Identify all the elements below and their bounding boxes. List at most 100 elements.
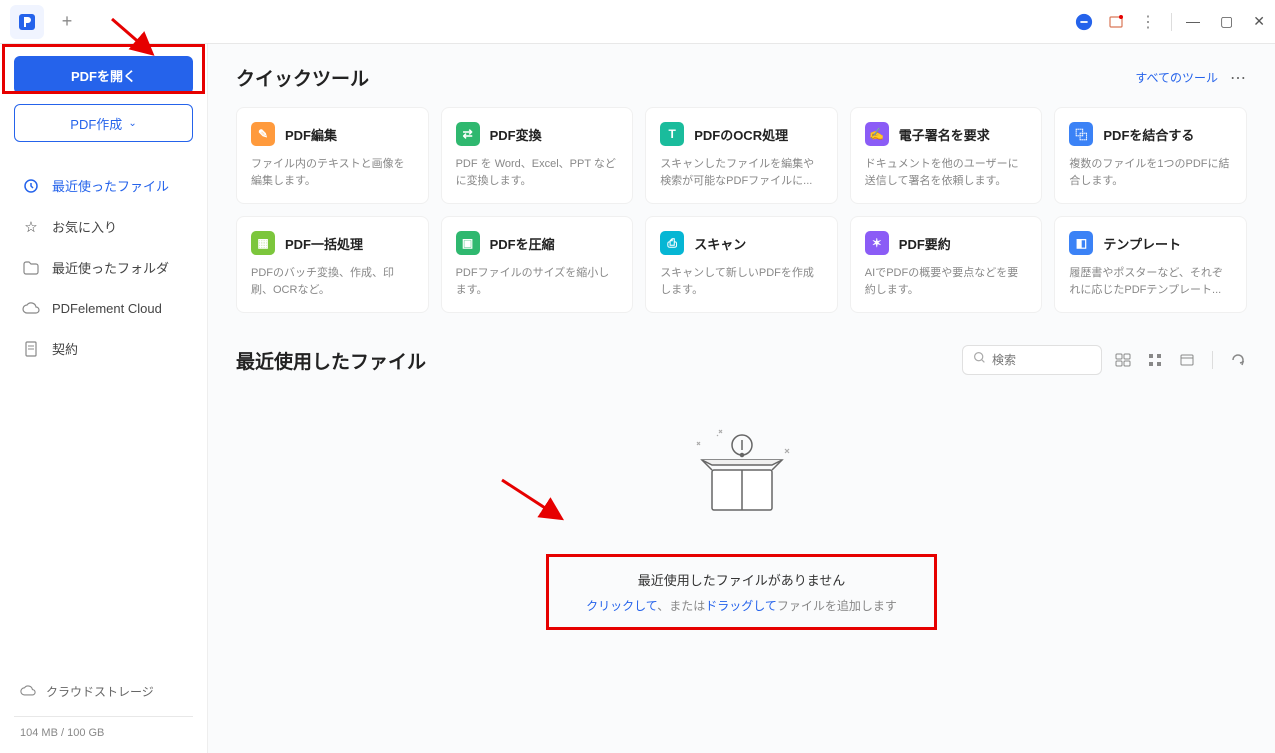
sidebar-item-recent-files[interactable]: 最近使ったファイル bbox=[14, 166, 193, 205]
cloud-storage-label: クラウドストレージ bbox=[46, 683, 154, 700]
tool-icon: ✶ bbox=[865, 231, 889, 255]
tool-card[interactable]: ✶ PDF要約 AIでPDFの概要や要点などを要約します。 bbox=[850, 216, 1043, 313]
sidebar-item-favorites[interactable]: ☆ お気に入り bbox=[14, 207, 193, 246]
tool-title: PDF要約 bbox=[899, 234, 951, 253]
sidebar-item-contract[interactable]: 契約 bbox=[14, 329, 193, 368]
sidebar: PDFを開く PDF作成 ⌄ 最近使ったファイル ☆ お気に入り 最近使ったフォ… bbox=[0, 44, 208, 753]
sidebar-item-label: 最近使ったファイル bbox=[52, 176, 169, 195]
empty-box-illustration bbox=[677, 415, 807, 530]
plus-icon: + bbox=[62, 11, 73, 32]
tool-card[interactable]: ✍ 電子署名を要求 ドキュメントを他のユーザーに送信して署名を依頼します。 bbox=[850, 107, 1043, 204]
minimize-button[interactable]: — bbox=[1186, 13, 1200, 30]
tool-card[interactable]: T PDFのOCR処理 スキャンしたファイルを編集や検索が可能なPDFファイルに… bbox=[645, 107, 838, 204]
tool-card[interactable]: ⇄ PDF変換 PDF を Word、Excel、PPT などに変換します。 bbox=[441, 107, 634, 204]
tool-title: 電子署名を要求 bbox=[899, 125, 990, 144]
tool-title: PDF一括処理 bbox=[285, 234, 363, 253]
separator bbox=[1212, 351, 1213, 369]
tool-title: スキャン bbox=[694, 234, 746, 253]
cloud-storage-row[interactable]: クラウドストレージ bbox=[14, 675, 193, 708]
tool-title: PDF変換 bbox=[490, 125, 542, 144]
tool-desc: AIでPDFの概要や要点などを要約します。 bbox=[865, 265, 1028, 298]
tool-icon: ⎙ bbox=[660, 231, 684, 255]
tool-card[interactable]: ▣ PDFを圧縮 PDFファイルのサイズを縮小します。 bbox=[441, 216, 634, 313]
search-icon bbox=[973, 351, 986, 369]
tool-card[interactable]: ▦ PDF一括処理 PDFのバッチ変換、作成、印刷、OCRなど。 bbox=[236, 216, 429, 313]
storage-text: 104 MB / 100 GB bbox=[14, 727, 193, 739]
more-icon[interactable]: ⋯ bbox=[1230, 68, 1247, 88]
close-button[interactable]: ✕ bbox=[1253, 13, 1265, 30]
view-window-icon[interactable] bbox=[1178, 351, 1196, 369]
maximize-button[interactable]: ▢ bbox=[1220, 13, 1233, 30]
tool-desc: PDFファイルのサイズを縮小します。 bbox=[456, 265, 619, 298]
tool-icon: ▣ bbox=[456, 231, 480, 255]
tool-desc: ドキュメントを他のユーザーに送信して署名を依頼します。 bbox=[865, 156, 1028, 189]
sidebar-item-label: 最近使ったフォルダ bbox=[52, 258, 169, 277]
tool-desc: PDF を Word、Excel、PPT などに変換します。 bbox=[456, 156, 619, 189]
folder-icon bbox=[22, 259, 40, 277]
menu-icon[interactable]: ⋮ bbox=[1139, 13, 1157, 31]
account-icon[interactable] bbox=[1075, 13, 1093, 31]
tool-card[interactable]: ◧ テンプレート 履歴書やポスターなど、それぞれに応じたPDFテンプレート... bbox=[1054, 216, 1247, 313]
empty-mid-text: 、または bbox=[657, 599, 705, 613]
open-pdf-button[interactable]: PDFを開く bbox=[14, 56, 193, 94]
search-box[interactable] bbox=[962, 345, 1102, 375]
tool-desc: ファイル内のテキストと画像を編集します。 bbox=[251, 156, 414, 189]
quick-tools-title: クイックツール bbox=[236, 64, 369, 91]
content-area: クイックツール すべてのツール ⋯ ✎ PDF編集 ファイル内のテキストと画像を… bbox=[208, 44, 1275, 753]
tool-card[interactable]: ⎙ スキャン スキャンして新しいPDFを作成します。 bbox=[645, 216, 838, 313]
recent-files-title: 最近使用したファイル bbox=[236, 347, 426, 374]
tools-grid: ✎ PDF編集 ファイル内のテキストと画像を編集します。 ⇄ PDF変換 PDF… bbox=[236, 107, 1247, 313]
empty-title: 最近使用したファイルがありません bbox=[586, 570, 897, 589]
create-pdf-button[interactable]: PDF作成 ⌄ bbox=[14, 104, 193, 142]
sidebar-item-label: PDFelement Cloud bbox=[52, 301, 162, 316]
annotation-highlight-empty-text bbox=[546, 554, 937, 630]
titlebar: + ⋮ — ▢ ✕ bbox=[0, 0, 1275, 44]
tool-title: PDFを圧縮 bbox=[490, 234, 555, 253]
tool-card[interactable]: ✎ PDF編集 ファイル内のテキストと画像を編集します。 bbox=[236, 107, 429, 204]
sidebar-divider bbox=[14, 716, 193, 717]
tool-desc: スキャンしたファイルを編集や検索が可能なPDFファイルに... bbox=[660, 156, 823, 189]
all-tools-link[interactable]: すべてのツール bbox=[1135, 69, 1218, 86]
tool-icon: ⇄ bbox=[456, 122, 480, 146]
cloud-storage-icon bbox=[20, 685, 36, 699]
tool-icon: T bbox=[660, 122, 684, 146]
app-logo-icon bbox=[17, 12, 37, 32]
tool-desc: PDFのバッチ変換、作成、印刷、OCRなど。 bbox=[251, 265, 414, 298]
tool-card[interactable]: ⿻ PDFを結合する 複数のファイルを1つのPDFに結合します。 bbox=[1054, 107, 1247, 204]
drag-link[interactable]: ドラッグして bbox=[705, 599, 777, 613]
create-pdf-label: PDF作成 bbox=[70, 114, 122, 133]
document-icon bbox=[22, 340, 40, 358]
empty-state: 最近使用したファイルがありません クリックして、またはドラッグしてファイルを追加… bbox=[236, 405, 1247, 630]
sidebar-item-cloud[interactable]: PDFelement Cloud bbox=[14, 289, 193, 327]
tool-title: テンプレート bbox=[1103, 234, 1181, 253]
chevron-down-icon: ⌄ bbox=[128, 118, 136, 129]
tool-desc: スキャンして新しいPDFを作成します。 bbox=[660, 265, 823, 298]
refresh-icon[interactable] bbox=[1229, 351, 1247, 369]
search-input[interactable] bbox=[992, 353, 1091, 367]
tool-title: PDF編集 bbox=[285, 125, 337, 144]
clock-icon bbox=[22, 177, 40, 195]
sidebar-item-recent-folders[interactable]: 最近使ったフォルダ bbox=[14, 248, 193, 287]
empty-tail-text: ファイルを追加します bbox=[777, 599, 897, 613]
tool-icon: ✍ bbox=[865, 122, 889, 146]
tab-home[interactable] bbox=[10, 5, 44, 39]
cloud-icon bbox=[22, 299, 40, 317]
tab-new[interactable]: + bbox=[50, 5, 84, 39]
view-grid-icon[interactable] bbox=[1146, 351, 1164, 369]
annotation-arrow-2 bbox=[497, 475, 572, 530]
tool-desc: 複数のファイルを1つのPDFに結合します。 bbox=[1069, 156, 1232, 189]
tool-desc: 履歴書やポスターなど、それぞれに応じたPDFテンプレート... bbox=[1069, 265, 1232, 298]
sidebar-item-label: お気に入り bbox=[52, 217, 117, 236]
tool-icon: ▦ bbox=[251, 231, 275, 255]
sidebar-item-label: 契約 bbox=[52, 339, 78, 358]
tool-icon: ◧ bbox=[1069, 231, 1093, 255]
view-list-icon[interactable] bbox=[1114, 351, 1132, 369]
notification-icon[interactable] bbox=[1107, 13, 1125, 31]
star-icon: ☆ bbox=[22, 218, 40, 236]
tool-title: PDFのOCR処理 bbox=[694, 125, 788, 144]
empty-subtitle: クリックして、またはドラッグしてファイルを追加します bbox=[586, 597, 897, 614]
tool-icon: ✎ bbox=[251, 122, 275, 146]
tool-icon: ⿻ bbox=[1069, 122, 1093, 146]
open-pdf-label: PDFを開く bbox=[71, 66, 136, 85]
click-link[interactable]: クリックして bbox=[586, 599, 657, 613]
